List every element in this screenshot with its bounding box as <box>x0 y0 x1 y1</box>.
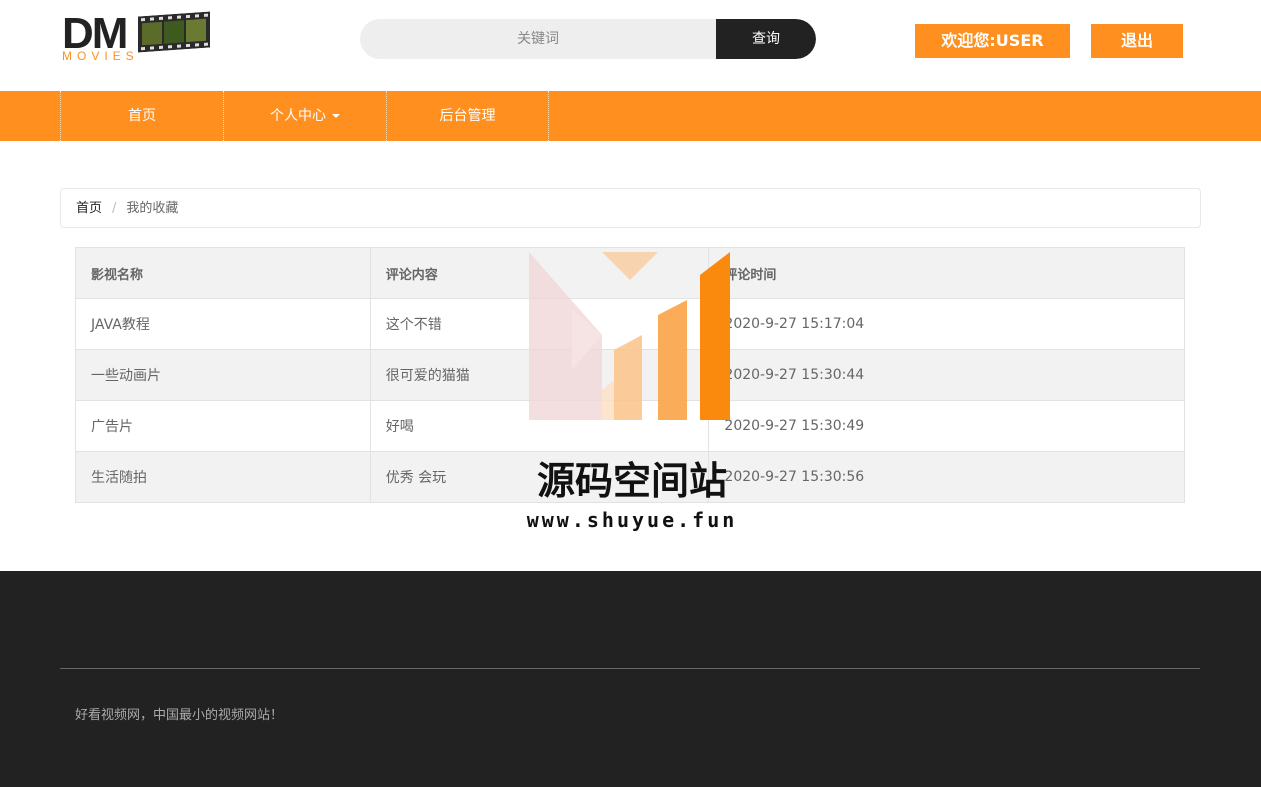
cell-time: 2020-9-27 15:17:04 <box>708 298 1185 350</box>
nav-item-home[interactable]: 首页 <box>60 91 223 141</box>
nav-item-admin[interactable]: 后台管理 <box>386 91 549 141</box>
logout-button[interactable]: 退出 <box>1091 24 1183 58</box>
table-header-row: 影视名称 评论内容 评论时间 <box>75 247 1185 299</box>
table-row: 广告片 好喝 2020-9-27 15:30:49 <box>75 400 1185 452</box>
cell-comment: 好喝 <box>369 400 710 452</box>
site-logo[interactable]: DM MOVIES <box>62 11 212 64</box>
search-bar: 查询 <box>360 19 816 59</box>
cell-comment: 这个不错 <box>369 298 710 350</box>
cell-time: 2020-9-27 15:30:44 <box>708 349 1185 401</box>
cell-time: 2020-9-27 15:30:56 <box>708 451 1185 503</box>
cell-time: 2020-9-27 15:30:49 <box>708 400 1185 452</box>
logo-subtitle: MOVIES <box>62 49 139 63</box>
cell-title: JAVA教程 <box>75 298 371 350</box>
cell-comment: 优秀 会玩 <box>369 451 710 503</box>
main-nav: 首页 个人中心 后台管理 <box>0 91 1261 141</box>
favorites-table: 影视名称 评论内容 评论时间 JAVA教程 这个不错 2020-9-27 15:… <box>75 247 1185 503</box>
breadcrumb-home-link[interactable]: 首页 <box>76 201 102 216</box>
watermark-url: www.shuyue.fun <box>526 508 738 532</box>
caret-down-icon <box>332 114 340 118</box>
nav-item-label: 后台管理 <box>439 108 496 124</box>
nav-item-personal-center[interactable]: 个人中心 <box>223 91 386 141</box>
column-header-time: 评论时间 <box>708 247 1185 299</box>
nav-item-label: 个人中心 <box>270 108 326 124</box>
cell-comment: 很可爱的猫猫 <box>369 349 710 401</box>
footer-divider <box>60 668 1200 669</box>
nav-item-label: 首页 <box>128 108 156 124</box>
table-row: 一些动画片 很可爱的猫猫 2020-9-27 15:30:44 <box>75 349 1185 401</box>
table-row: 生活随拍 优秀 会玩 2020-9-27 15:30:56 <box>75 451 1185 503</box>
column-header-title: 影视名称 <box>75 247 371 299</box>
table-row: JAVA教程 这个不错 2020-9-27 15:17:04 <box>75 298 1185 350</box>
column-header-comment: 评论内容 <box>369 247 710 299</box>
search-button[interactable]: 查询 <box>716 19 816 59</box>
breadcrumb-separator: / <box>112 201 117 216</box>
breadcrumb-current: 我的收藏 <box>126 201 179 216</box>
footer: 好看视频网，中国最小的视频网站！ <box>0 571 1261 787</box>
cell-title: 生活随拍 <box>75 451 371 503</box>
welcome-user-button[interactable]: 欢迎您:USER <box>915 24 1070 58</box>
footer-copyright: 好看视频网，中国最小的视频网站！ <box>75 708 284 723</box>
header: DM MOVIES 查询 欢迎您:USER 退出 <box>0 0 1261 91</box>
cell-title: 广告片 <box>75 400 371 452</box>
breadcrumb: 首页 / 我的收藏 <box>60 188 1201 228</box>
film-strip-icon <box>138 11 210 53</box>
search-input[interactable] <box>360 19 716 59</box>
cell-title: 一些动画片 <box>75 349 371 401</box>
